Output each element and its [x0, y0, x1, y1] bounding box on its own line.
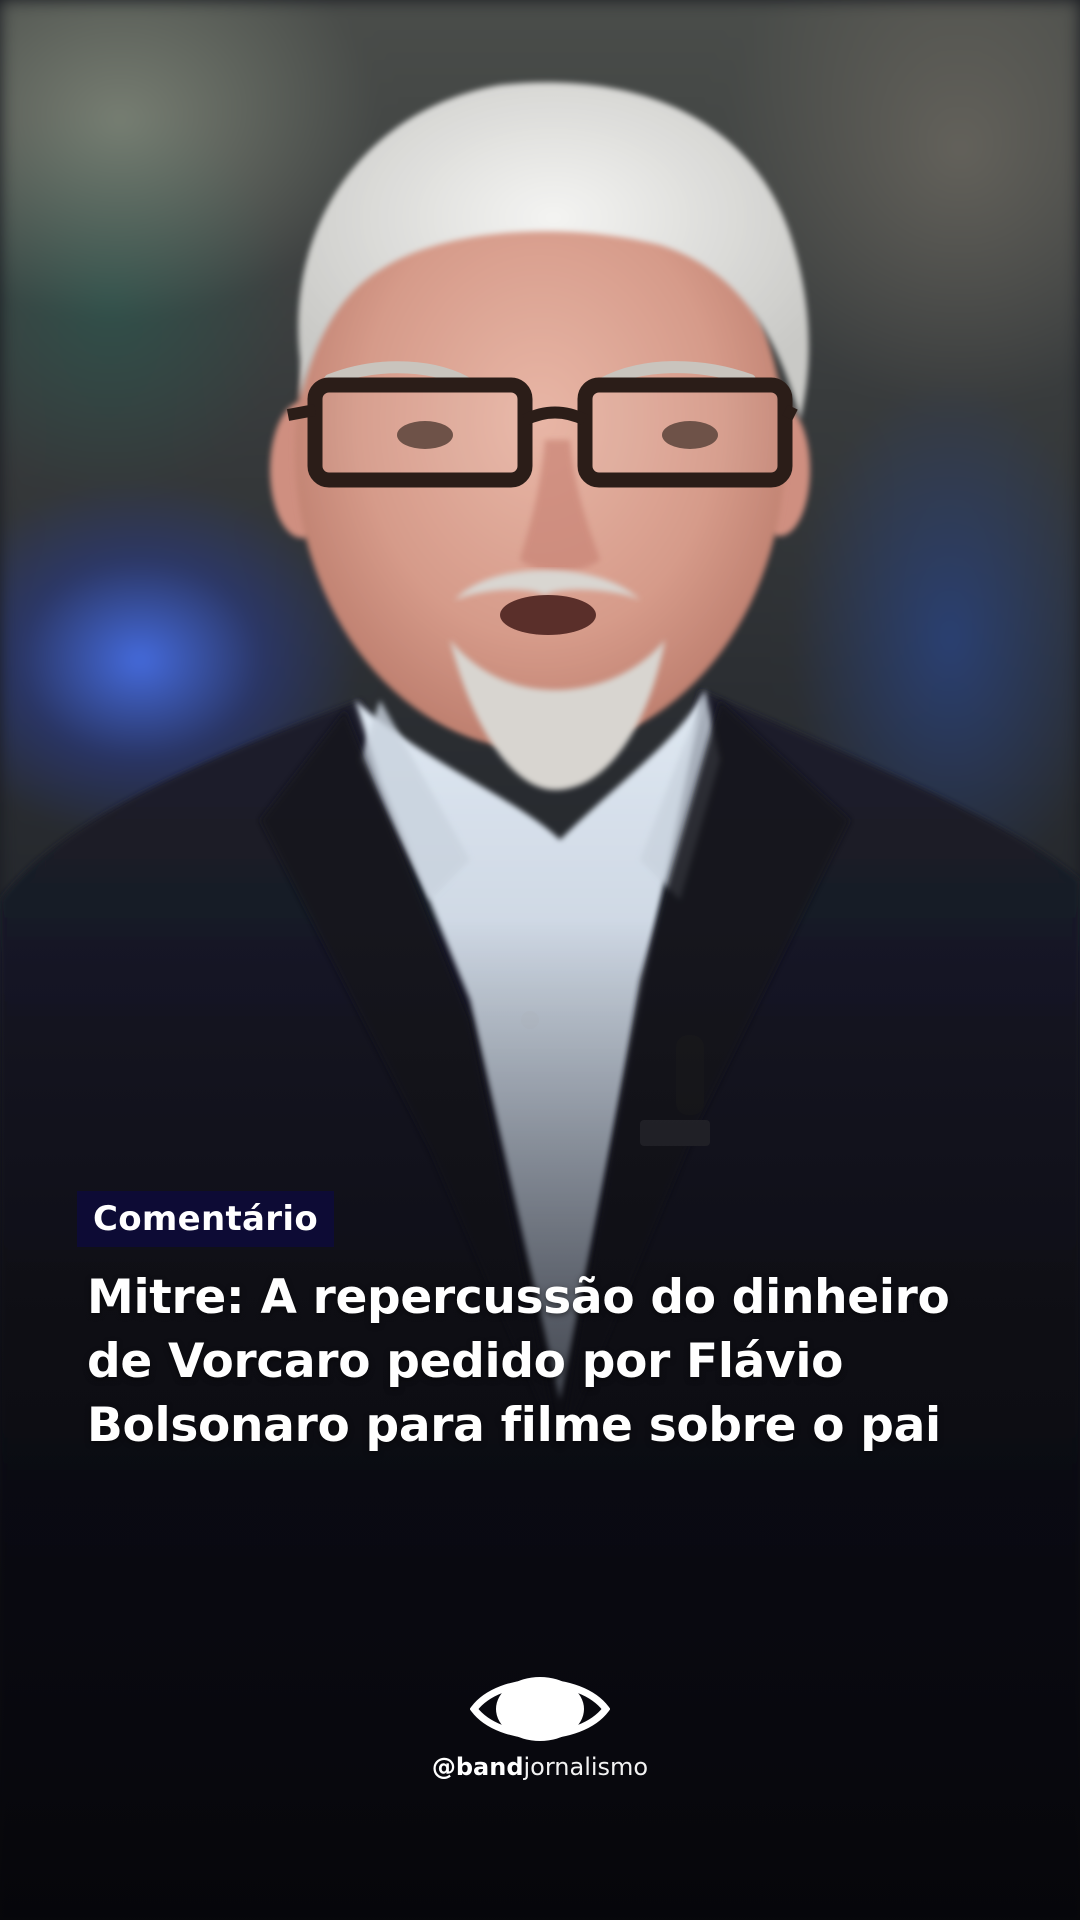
social-handle: @bandjornalismo	[0, 1752, 1080, 1782]
headline: Mitre: A repercussão do dinheiro de Vorc…	[87, 1266, 1047, 1458]
handle-bold: band	[455, 1753, 524, 1781]
video-frame: Comentário Mitre: A repercussão do dinhe…	[0, 0, 1080, 1920]
band-eye-logo-icon	[470, 1677, 610, 1741]
headline-line: Mitre: A repercussão do dinheiro	[87, 1270, 950, 1325]
headline-line: Bolsonaro para filme sobre o pai	[87, 1398, 941, 1453]
category-tag: Comentário	[77, 1191, 334, 1247]
handle-light: jornalismo	[523, 1753, 649, 1781]
band-logo	[0, 1668, 1080, 1750]
handle-prefix: @	[431, 1753, 456, 1781]
headline-line: de Vorcaro pedido por Flávio	[87, 1334, 844, 1389]
